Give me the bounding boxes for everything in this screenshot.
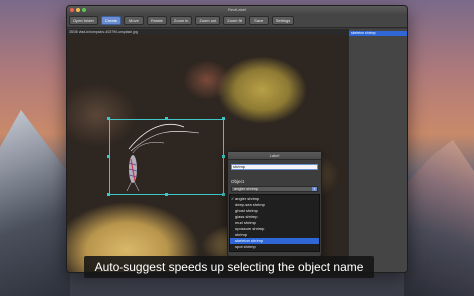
toolbar-button-open-folder[interactable]: Open folder <box>69 16 98 25</box>
sidebar-label-item[interactable]: skeleton shrimp <box>349 31 407 36</box>
chevron-down-icon: ▾ <box>312 187 317 191</box>
toolbar-button-rotate[interactable]: Rotate <box>146 16 167 25</box>
bbox-handle[interactable] <box>165 193 168 196</box>
toolbar-button-zoom-out[interactable]: Zoom out <box>195 16 221 25</box>
dropdown-option-label: opossum shrimp <box>235 226 265 231</box>
dropdown-option[interactable]: spot shrimp <box>230 244 319 250</box>
window-title: RectLabel <box>227 7 246 12</box>
bbox-handle[interactable] <box>107 193 110 196</box>
toolbar: Open folder Create Move Rotate Zoom in Zoom o… <box>67 14 407 28</box>
dropdown-option-label: angler shrimp <box>235 196 260 201</box>
label-name-input[interactable]: shrimp <box>231 164 318 170</box>
dropdown-option-label: skeleton shrimp <box>235 238 264 243</box>
bbox-handle[interactable] <box>107 155 110 158</box>
toolbar-button-zoom-fit[interactable]: Zoom fit <box>223 16 246 25</box>
dropdown-option-label: spot shrimp <box>235 244 256 249</box>
label-dialog: Label shrimp Object angler shrimp ▾ ✓ ang… <box>227 151 322 257</box>
dropdown-option-label: glass shrimp <box>235 214 258 219</box>
title-bar[interactable]: RectLabel <box>67 6 407 14</box>
dialog-title: Label <box>228 152 321 160</box>
object-select-value: angler shrimp <box>234 186 259 191</box>
dropdown-option-label: deep-sea shrimp <box>235 202 265 207</box>
desktop-mountain-right <box>404 140 474 296</box>
image-canvas[interactable]: Label shrimp Object angler shrimp ▾ ✓ ang… <box>67 35 348 272</box>
bbox-handle[interactable] <box>222 193 225 196</box>
app-window: RectLabel Open folder Create Move Rotate Zoo… <box>66 5 408 273</box>
desktop-mountain-left <box>0 110 70 296</box>
toolbar-button-move[interactable]: Move <box>123 16 144 25</box>
toolbar-button-save[interactable]: Save <box>248 16 269 25</box>
dropdown-option-label: shrimp <box>235 232 248 237</box>
bbox-handle[interactable] <box>222 117 225 120</box>
object-select[interactable]: angler shrimp ▾ <box>231 186 318 192</box>
bbox-handle[interactable] <box>165 117 168 120</box>
object-dropdown-list: ✓ angler shrimp deep-sea shrimp ghost shrim… <box>229 194 320 252</box>
label-list-sidebar: skeleton shrimp <box>348 29 407 272</box>
bbox-handle[interactable] <box>107 117 110 120</box>
toolbar-button-settings[interactable]: Settings <box>271 16 295 25</box>
bbox-handle[interactable] <box>222 155 225 158</box>
dropdown-option-label: ghost shrimp <box>235 208 258 213</box>
dropdown-option-label: mud shrimp <box>235 220 256 225</box>
object-label: Object <box>231 179 245 184</box>
bounding-box[interactable] <box>109 119 224 195</box>
toolbar-button-zoom-in[interactable]: Zoom in <box>169 16 193 25</box>
caption: Auto-suggest speeds up selecting the obj… <box>84 256 374 278</box>
toolbar-button-create[interactable]: Create <box>100 16 121 25</box>
